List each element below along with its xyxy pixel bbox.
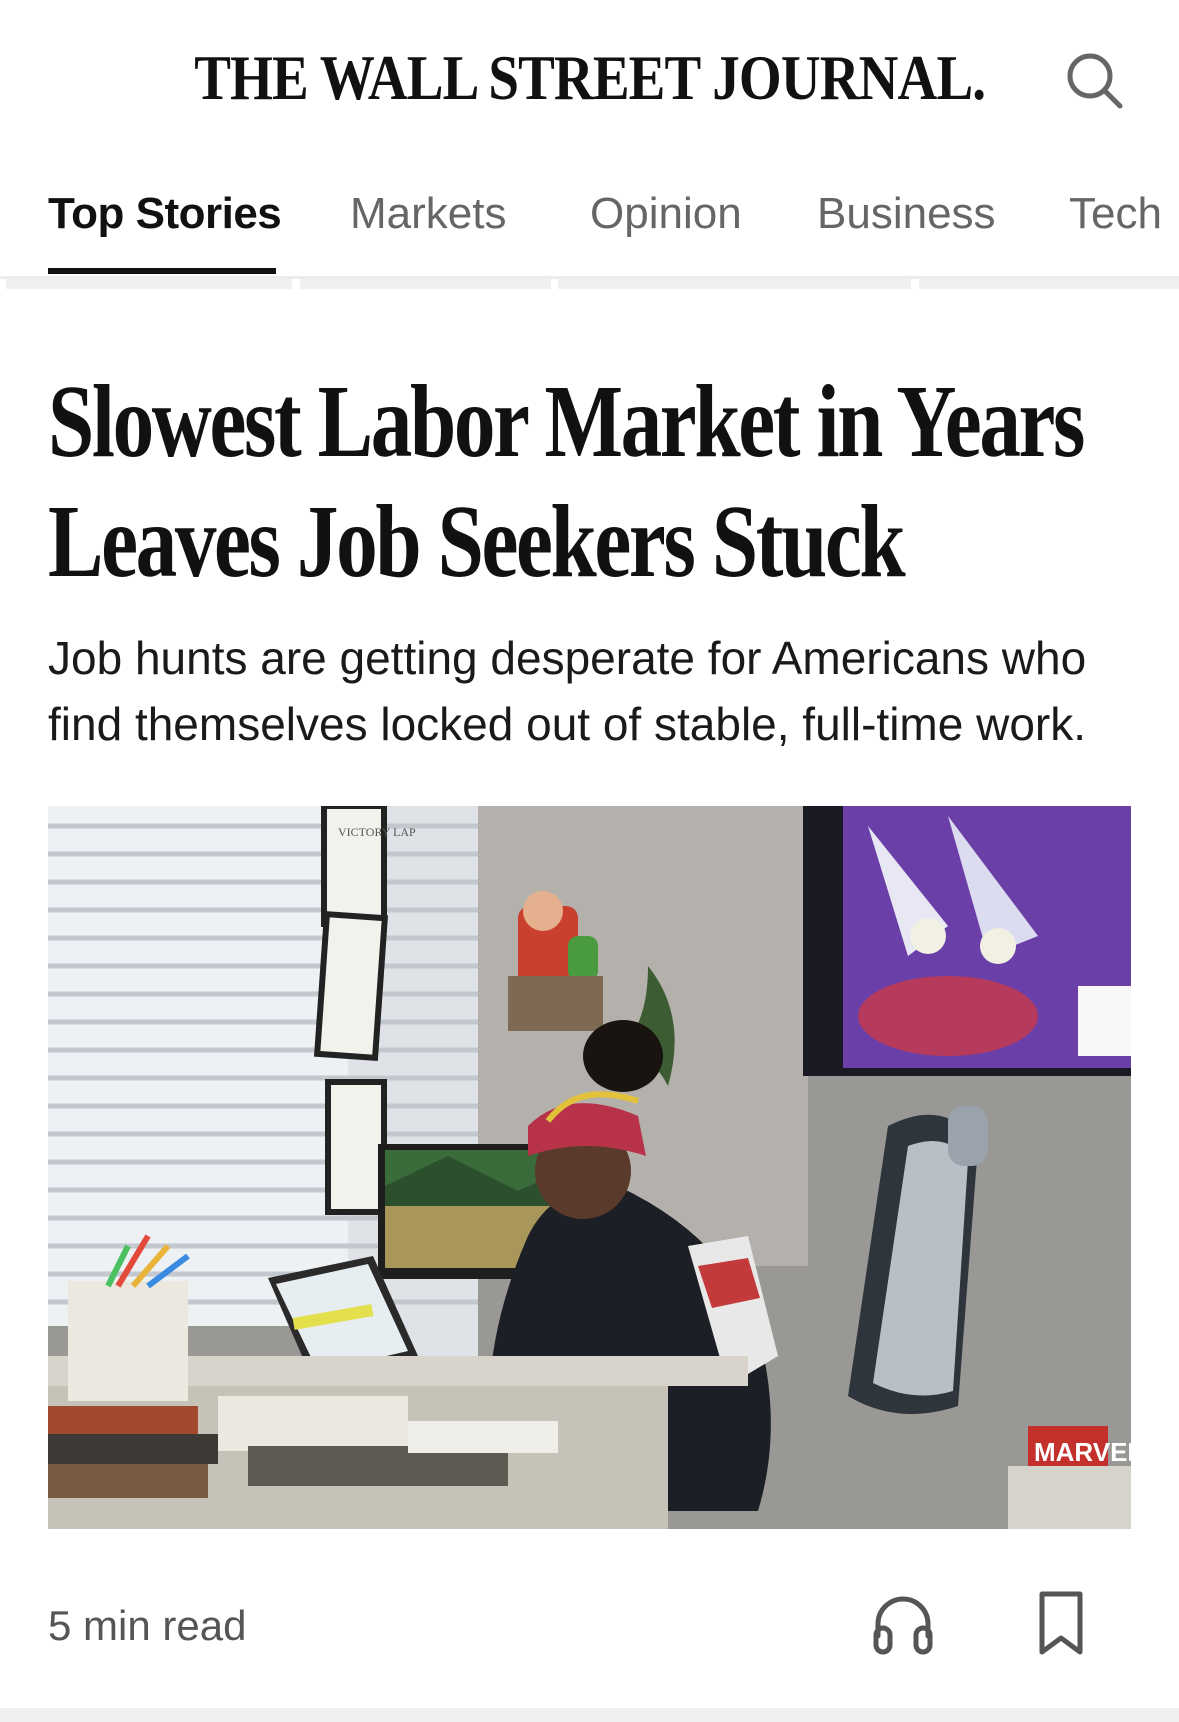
tab-opinion[interactable]: Opinion: [590, 182, 742, 246]
tab-business[interactable]: Business: [817, 182, 996, 246]
section-tabs: Top Stories Markets Opinion Business Tec…: [0, 170, 1179, 279]
article-summary: Job hunts are getting desperate for Amer…: [48, 632, 1087, 750]
bookmark-icon: [1039, 1591, 1083, 1655]
masthead-logo[interactable]: THE WALL STREET JOURNAL.: [83, 38, 1097, 118]
article-meta-row: 5 min read: [0, 1580, 1179, 1670]
search-icon: [1067, 53, 1123, 109]
bookmark-button[interactable]: [1026, 1588, 1096, 1658]
sign-text: VICTORY LAP: [338, 825, 416, 839]
next-card-edge: [0, 1708, 1179, 1722]
marvel-text: MARVEL: [1034, 1437, 1131, 1467]
carousel-strip: [6, 279, 292, 289]
listen-button[interactable]: [868, 1588, 938, 1658]
active-tab-indicator: [48, 268, 276, 274]
carousel-strip: [300, 279, 551, 289]
article-headline[interactable]: Slowest Labor Market in Years Leaves Job…: [48, 362, 1152, 602]
tab-markets[interactable]: Markets: [350, 182, 506, 246]
photo-illustration: VICTORY LAP MARVE: [48, 806, 1131, 1529]
search-button[interactable]: [1060, 46, 1130, 116]
app-header: THE WALL STREET JOURNAL.: [0, 0, 1179, 160]
read-time: 5 min read: [48, 1602, 247, 1649]
tab-tech[interactable]: Tech: [1069, 182, 1162, 246]
article-photo[interactable]: VICTORY LAP MARVE: [48, 806, 1131, 1529]
headphones-icon: [873, 1596, 933, 1655]
carousel-strip: [919, 279, 1179, 289]
carousel-strip: [558, 279, 911, 289]
tab-top-stories[interactable]: Top Stories: [48, 182, 282, 246]
